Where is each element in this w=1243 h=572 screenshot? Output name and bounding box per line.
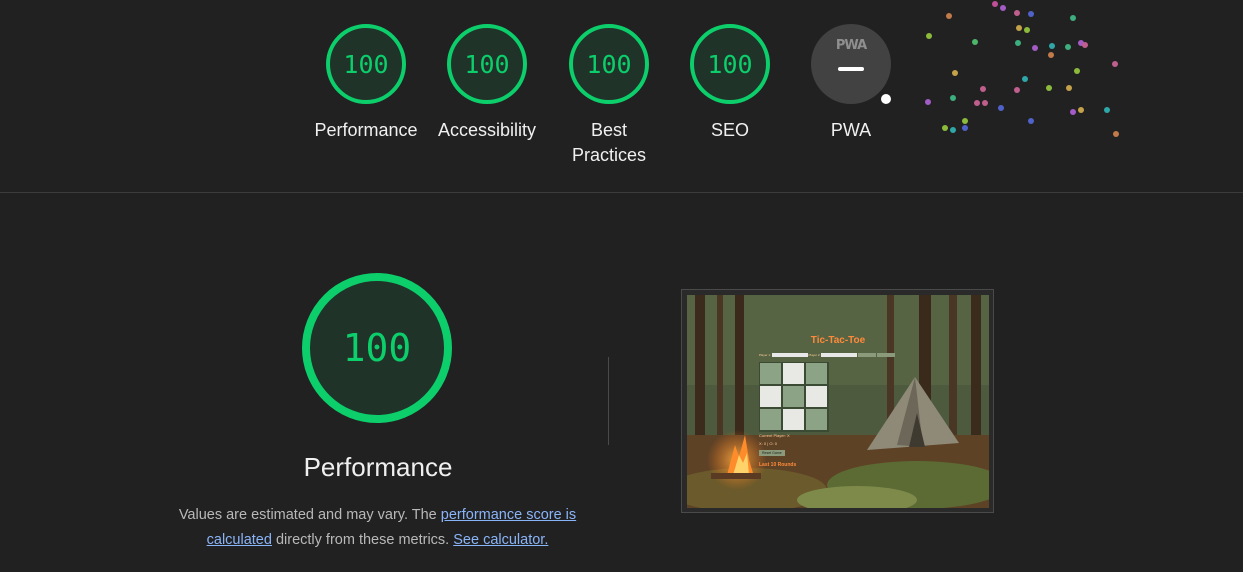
gauge-label: SEO [710, 120, 749, 140]
gauge-pwa[interactable]: PWA PWA [791, 24, 911, 143]
pwa-badge-icon [879, 92, 893, 106]
gauge-performance[interactable]: 100 Performance [306, 24, 426, 143]
player1-input [771, 353, 808, 358]
see-calculator-link[interactable]: See calculator. [453, 532, 548, 548]
score-gauge-icon: 100 [447, 24, 527, 104]
desc-middle: directly from these metrics. [271, 532, 454, 548]
gauge-label: Accessibility [437, 120, 537, 140]
player1-label: Player 1: [759, 353, 771, 357]
pwa-dash-icon [838, 67, 864, 71]
current-player: Current Player: X [759, 433, 790, 438]
score-header: 100 Performance 100 Accessibility 100 Be… [0, 0, 1243, 192]
gauge-score: 100 [707, 49, 753, 79]
gauge-score: 100 [464, 49, 510, 79]
forest-scene-image [687, 295, 989, 508]
game-score: X: 0 | O: 0 [759, 441, 777, 446]
performance-title: Performance [303, 452, 453, 482]
gauge-score: 100 [343, 49, 389, 79]
final-screenshot[interactable]: Tic-Tac-Toe Player 1: Player 2: Current … [681, 289, 994, 513]
pwa-logo: PWA [835, 38, 867, 53]
confetti-decoration [925, 1, 1119, 137]
performance-score: 100 [342, 326, 412, 370]
score-gauge-icon: 100 [569, 24, 649, 104]
gauge-accessibility[interactable]: 100 Accessibility [427, 24, 547, 143]
set-button-icon [858, 353, 877, 358]
tic-tac-toe-board [759, 362, 829, 432]
score-gauge-icon: 100 [326, 24, 406, 104]
score-gauge-icon: 100 [690, 24, 770, 104]
desc-prefix: Values are estimated and may vary. The [178, 507, 441, 523]
gauge-seo[interactable]: 100 SEO [670, 24, 790, 143]
performance-gauge[interactable]: 100 [302, 273, 452, 423]
gauge-best-practices[interactable]: 100 Best Practices [549, 24, 669, 168]
section-divider [0, 192, 1243, 193]
set-button-icon [876, 353, 895, 358]
pwa-icon: PWA [811, 24, 893, 106]
player2-label: Player 2: [808, 353, 821, 357]
performance-description: Values are estimated and may vary. The p… [170, 503, 585, 553]
vertical-divider [608, 357, 609, 445]
gauge-score: 100 [586, 49, 632, 79]
player-inputs: Player 1: Player 2: [759, 353, 919, 359]
player2-input [821, 353, 858, 358]
score-gauge-icon: 100 [302, 273, 452, 423]
last-rounds: Last 10 Rounds [759, 462, 797, 468]
page-screenshot-image: Tic-Tac-Toe Player 1: Player 2: Current … [687, 295, 989, 508]
reset-button: Reset Game [759, 450, 785, 456]
game-title: Tic-Tac-Toe [810, 335, 866, 346]
gauge-label: Best Practices [571, 120, 647, 165]
gauge-label: PWA [830, 120, 872, 140]
gauge-label: Performance [314, 120, 418, 140]
